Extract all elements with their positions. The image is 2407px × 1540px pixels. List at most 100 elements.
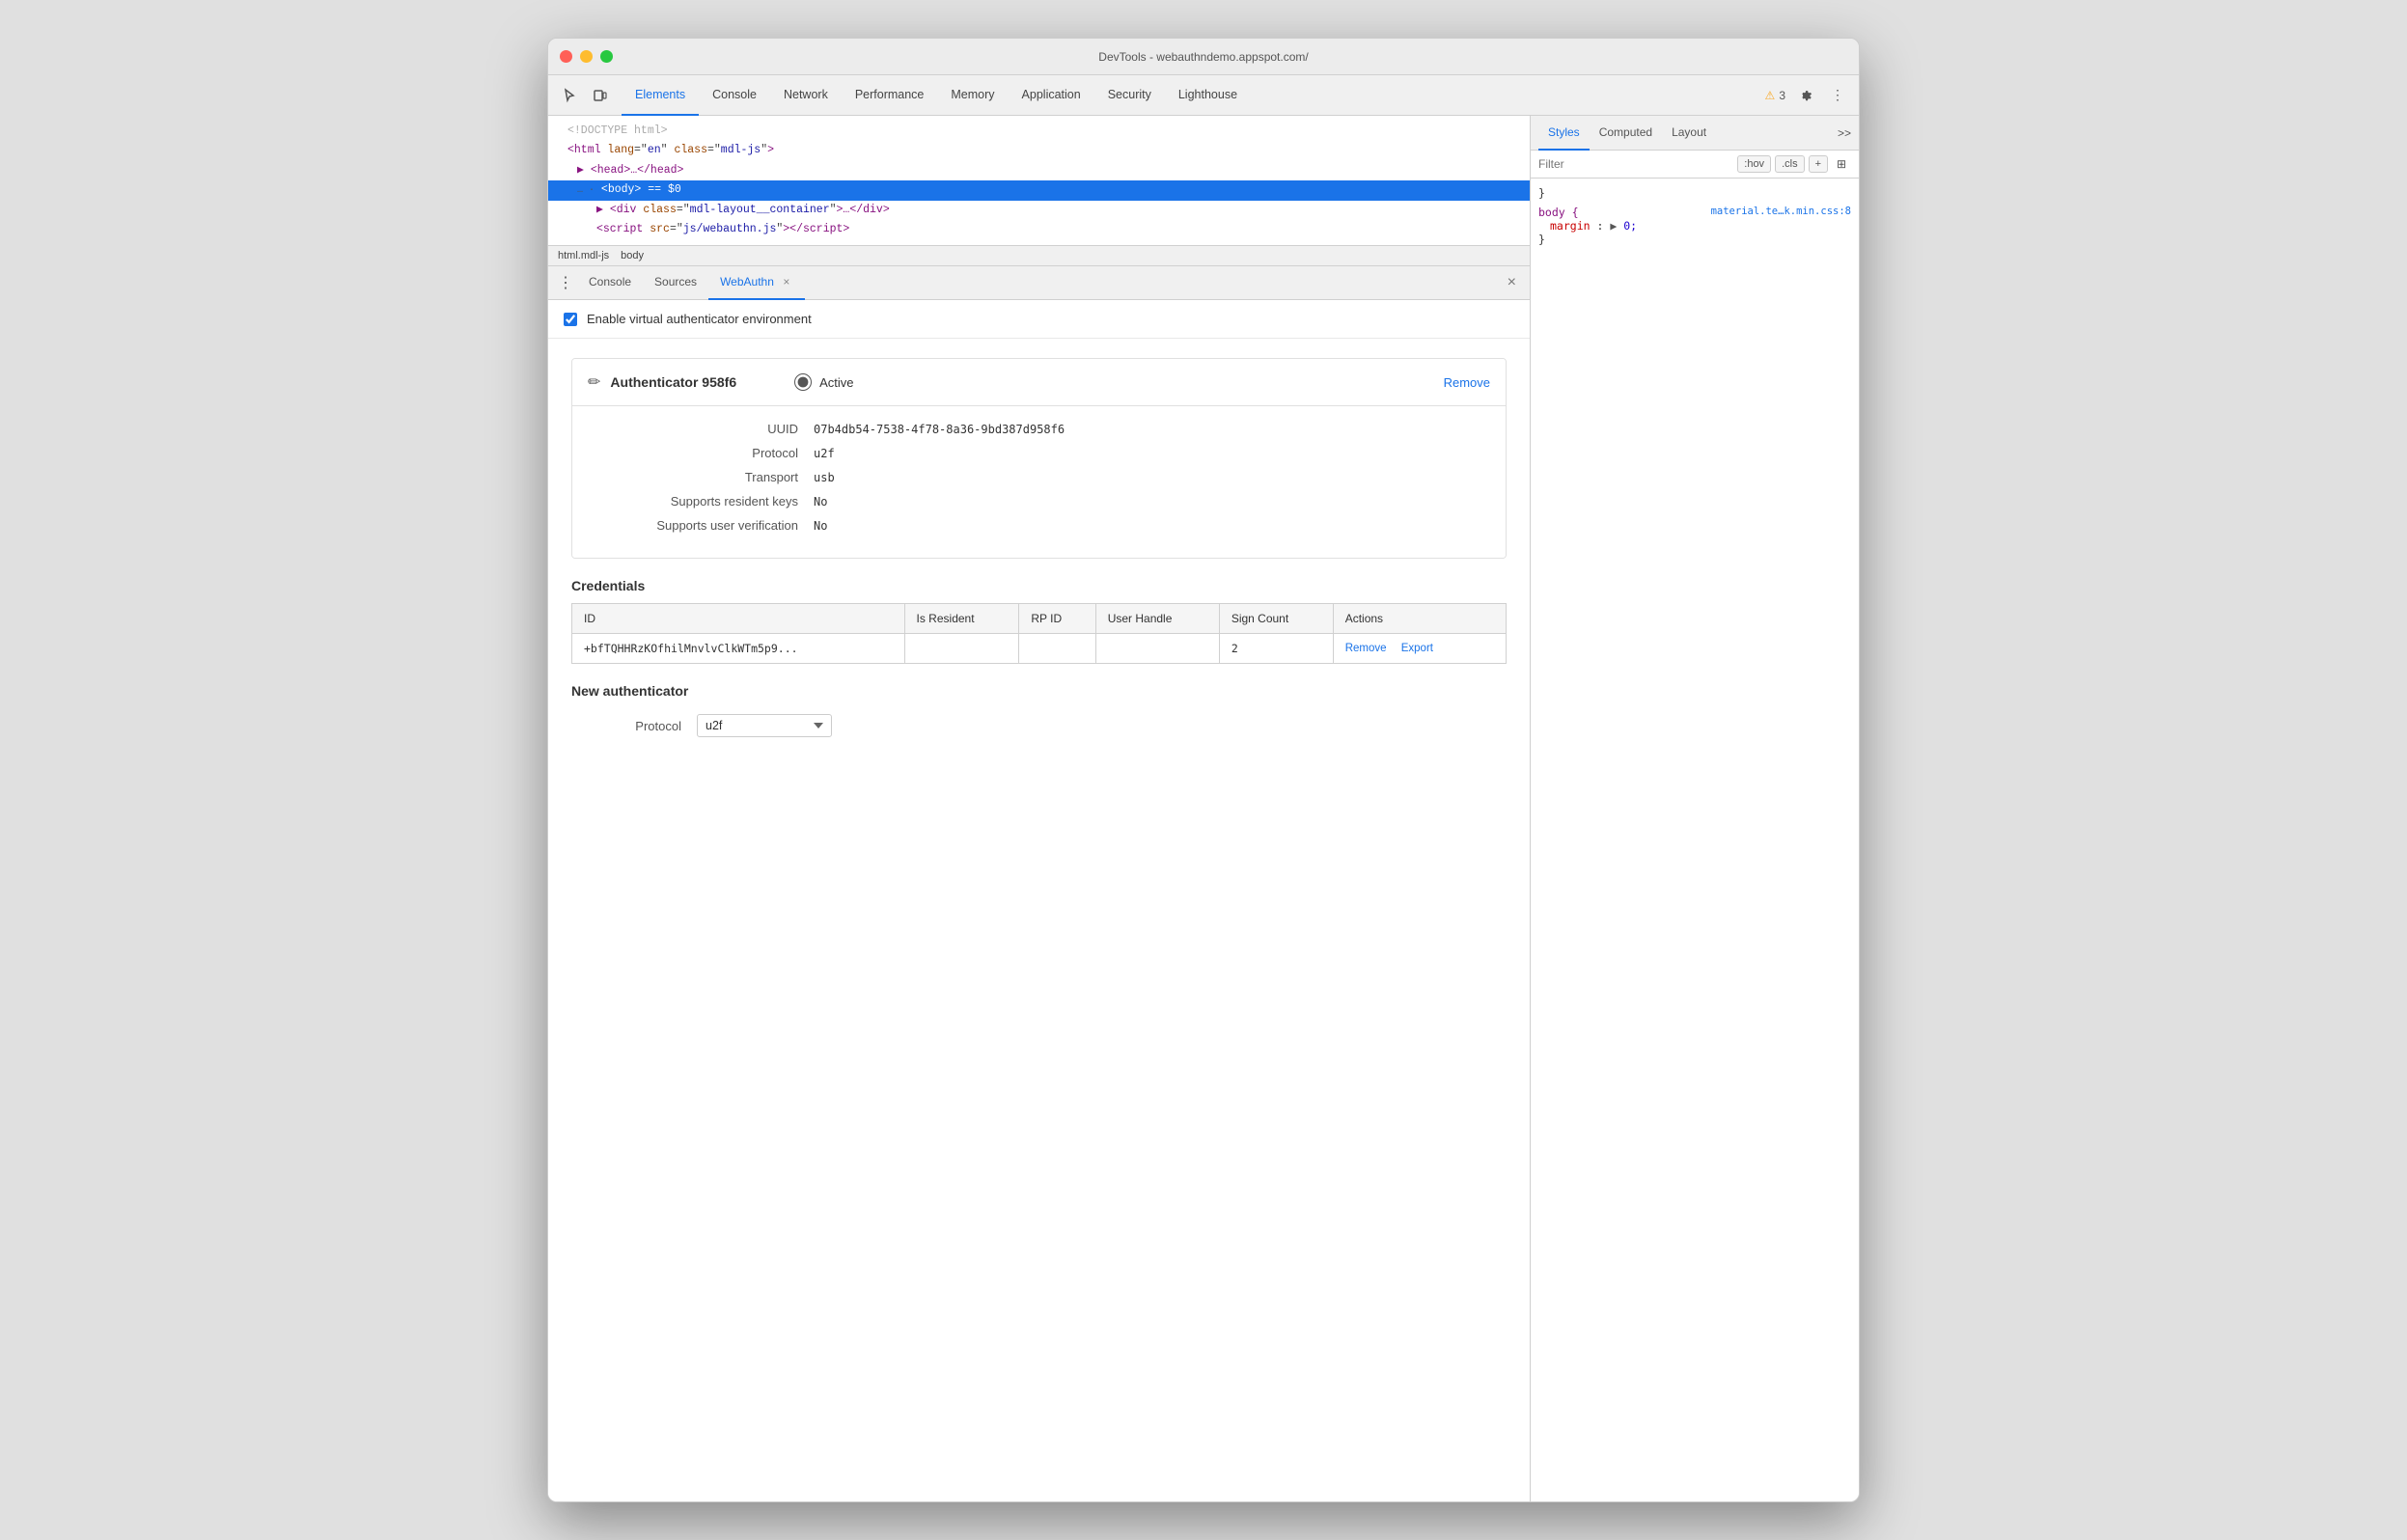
dom-html[interactable]: <html lang="en" class="mdl-js"> [548, 141, 1530, 160]
auth-name: Authenticator 958f6 [610, 374, 736, 390]
auth-header: ✏ Authenticator 958f6 Active Remove [572, 359, 1506, 406]
uuid-value: 07b4db54-7538-4f78-8a36-9bd387d958f6 [814, 423, 1065, 436]
dom-tree: <!DOCTYPE html> <html lang="en" class="m… [548, 116, 1530, 245]
col-sign-count: Sign Count [1219, 604, 1333, 634]
styles-filter-input[interactable] [1538, 157, 1729, 171]
credentials-section: Credentials ID Is Resident RP ID User Ha… [571, 578, 1507, 664]
protocol-select[interactable]: u2f ctap2 ctap2_1 [697, 714, 832, 737]
tab-security[interactable]: Security [1094, 75, 1165, 116]
more-tabs-icon[interactable]: ⋮ [554, 273, 577, 292]
css-rule-header: body { material.te…k.min.css:8 [1538, 206, 1851, 219]
devtools-topbar: Elements Console Network Performance Mem… [548, 75, 1859, 116]
css-rule-close: } [1538, 233, 1851, 246]
tab-styles[interactable]: Styles [1538, 116, 1590, 151]
enable-checkbox[interactable] [564, 313, 577, 326]
new-auth-protocol-label: Protocol [571, 719, 697, 733]
css-expand-arrow[interactable]: ▶ [1610, 219, 1623, 233]
detail-resident-keys: Supports resident keys No [592, 494, 1486, 509]
warning-badge[interactable]: ⚠ 3 [1765, 89, 1785, 102]
credentials-table: ID Is Resident RP ID User Handle Sign Co… [571, 603, 1507, 664]
close-button[interactable] [560, 50, 572, 63]
cursor-icon[interactable] [556, 82, 583, 109]
new-style-rule-icon[interactable]: ⊞ [1832, 154, 1851, 174]
user-verification-value: No [814, 519, 827, 533]
breadcrumb-html[interactable]: html.mdl-js [558, 250, 609, 261]
protocol-value: u2f [814, 447, 835, 460]
enable-label: Enable virtual authenticator environment [587, 312, 812, 326]
remove-credential-link[interactable]: Remove [1345, 643, 1387, 654]
css-selector: body { [1538, 206, 1579, 219]
tab-lighthouse[interactable]: Lighthouse [1165, 75, 1251, 116]
dom-head[interactable]: ▶ <head>…</head> [548, 161, 1530, 180]
dom-body[interactable]: … · <body> == $0 [548, 180, 1530, 200]
tab-application[interactable]: Application [1009, 75, 1094, 116]
minimize-button[interactable] [580, 50, 593, 63]
new-authenticator-section: New authenticator Protocol u2f ctap2 cta… [571, 683, 1507, 737]
tab-performance[interactable]: Performance [842, 75, 938, 116]
col-is-resident: Is Resident [904, 604, 1019, 634]
hov-button[interactable]: :hov [1737, 155, 1771, 173]
tab-webauthn-bottom[interactable]: WebAuthn × [708, 265, 805, 300]
close-bottom-panel-icon[interactable]: × [1500, 265, 1524, 300]
authenticator-section: ✏ Authenticator 958f6 Active Remove UUID [571, 358, 1507, 559]
window-controls [560, 50, 613, 63]
window-title: DevTools - webauthndemo.appspot.com/ [1098, 50, 1308, 64]
tab-elements[interactable]: Elements [622, 75, 699, 116]
new-auth-title: New authenticator [571, 683, 1507, 699]
dom-doctype: <!DOCTYPE html> [548, 122, 1530, 141]
title-bar: DevTools - webauthndemo.appspot.com/ [548, 39, 1859, 75]
devtools-window: DevTools - webauthndemo.appspot.com/ Ele… [547, 38, 1860, 1502]
cred-user-handle [1095, 634, 1219, 664]
col-actions: Actions [1333, 604, 1506, 634]
remove-authenticator-link[interactable]: Remove [1444, 375, 1490, 390]
dom-script[interactable]: <script src="js/webauthn.js"></script> [548, 220, 1530, 239]
left-panel: <!DOCTYPE html> <html lang="en" class="m… [548, 116, 1531, 1501]
tab-sources-bottom[interactable]: Sources [643, 265, 708, 300]
cred-actions: Remove Export [1333, 634, 1506, 664]
device-icon[interactable] [587, 82, 614, 109]
export-credential-link[interactable]: Export [1401, 643, 1433, 654]
cred-is-resident [904, 634, 1019, 664]
breadcrumb: html.mdl-js body [548, 245, 1530, 265]
main-tabs: Elements Console Network Performance Mem… [622, 75, 1765, 116]
add-style-button[interactable]: + [1809, 155, 1828, 173]
cls-button[interactable]: .cls [1775, 155, 1805, 173]
bottom-tabs-bar: ⋮ Console Sources WebAuthn × × [548, 265, 1530, 300]
edit-icon[interactable]: ✏ [588, 372, 600, 392]
styles-content: } body { material.te…k.min.css:8 margin … [1531, 179, 1859, 1501]
settings-icon[interactable] [1791, 82, 1818, 109]
dom-div[interactable]: ▶ <div class="mdl-layout__container">…</… [548, 201, 1530, 220]
tab-memory[interactable]: Memory [937, 75, 1008, 116]
detail-transport: Transport usb [592, 470, 1486, 484]
breadcrumb-body[interactable]: body [621, 250, 644, 261]
styles-filter-bar: :hov .cls + ⊞ [1531, 151, 1859, 179]
styles-more-tabs[interactable]: >> [1838, 126, 1851, 140]
protocol-label: Protocol [592, 446, 814, 460]
credential-row: +bfTQHHRzKOfhilMnvlvClkWTm5p9... 2 Remov… [572, 634, 1507, 664]
css-rule-body: body { material.te…k.min.css:8 margin : … [1538, 206, 1851, 246]
tab-console-bottom[interactable]: Console [577, 265, 643, 300]
styles-tabs: Styles Computed Layout >> [1531, 116, 1859, 151]
auth-details: UUID 07b4db54-7538-4f78-8a36-9bd387d958f… [572, 406, 1506, 558]
uuid-label: UUID [592, 422, 814, 436]
css-source[interactable]: material.te…k.min.css:8 [1711, 206, 1851, 217]
transport-label: Transport [592, 470, 814, 484]
user-verification-label: Supports user verification [592, 518, 814, 533]
cred-id: +bfTQHHRzKOfhilMnvlvClkWTm5p9... [572, 634, 905, 664]
more-options-icon[interactable]: ⋮ [1824, 82, 1851, 109]
tab-network[interactable]: Network [770, 75, 842, 116]
css-margin-prop: margin : ▶ 0; [1538, 219, 1851, 233]
devtools-icon-buttons [556, 82, 614, 109]
css-prop-value: 0; [1623, 219, 1637, 233]
col-rp-id: RP ID [1019, 604, 1095, 634]
maximize-button[interactable] [600, 50, 613, 63]
tab-console[interactable]: Console [699, 75, 770, 116]
resident-keys-label: Supports resident keys [592, 494, 814, 509]
close-webauthn-tab-button[interactable]: × [780, 275, 793, 289]
active-radio[interactable] [794, 373, 812, 391]
enable-bar: Enable virtual authenticator environment [548, 300, 1530, 339]
cred-rp-id [1019, 634, 1095, 664]
styles-filter-buttons: :hov .cls + ⊞ [1737, 154, 1851, 174]
tab-computed[interactable]: Computed [1590, 116, 1662, 151]
tab-layout[interactable]: Layout [1662, 116, 1716, 151]
